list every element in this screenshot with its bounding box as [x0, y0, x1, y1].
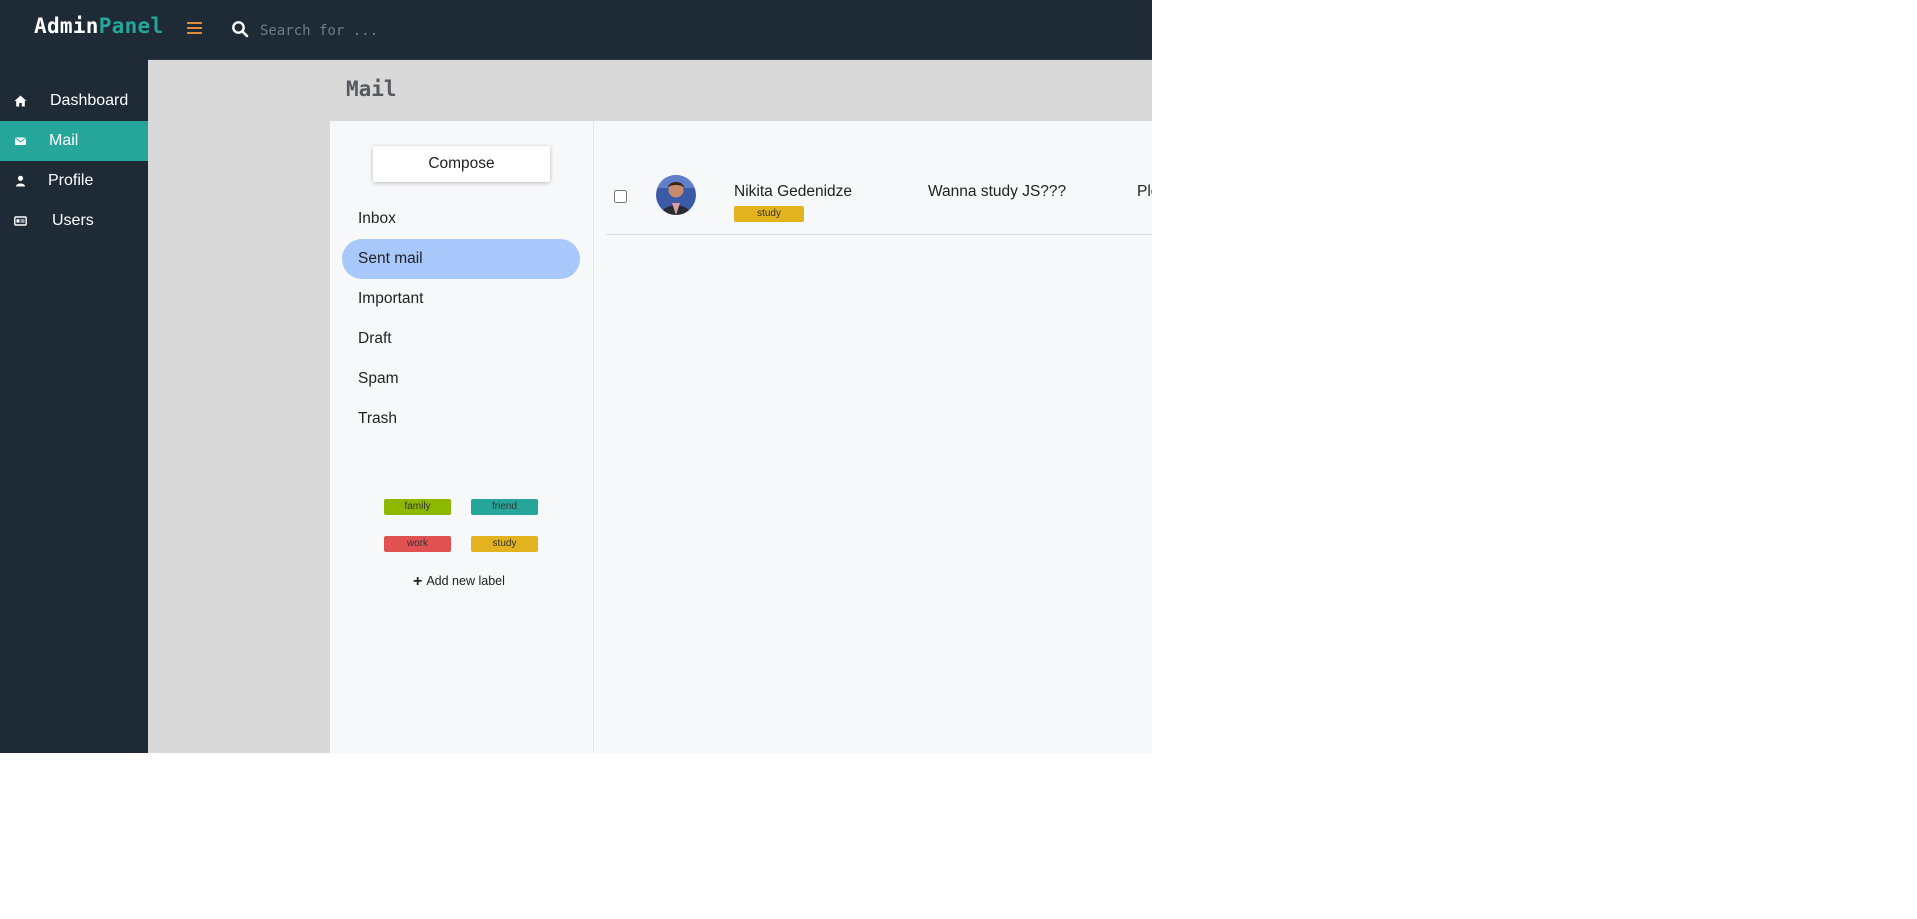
folder-label: Draft: [358, 330, 392, 347]
folder-label: Trash: [358, 410, 398, 427]
folder-draft[interactable]: Draft: [342, 319, 580, 359]
label-chip-family[interactable]: family: [384, 499, 451, 515]
folder-label: Important: [358, 290, 424, 307]
sidebar-item-dashboard[interactable]: Dashboard: [0, 81, 148, 121]
sidebar: Dashboard Mail Profile Users: [0, 59, 148, 753]
mail-list-item[interactable]: Nikita Gedenidze study Wanna study JS???…: [606, 168, 1152, 235]
sidebar-item-label: Users: [52, 212, 94, 229]
folder-important[interactable]: Important: [342, 279, 580, 319]
sidebar-item-users[interactable]: Users: [0, 201, 148, 241]
sidebar-item-label: Mail: [49, 132, 79, 149]
label-chip-study[interactable]: study: [471, 536, 538, 552]
brand-part-panel: Panel: [98, 14, 164, 38]
mail-list: Nikita Gedenidze study Wanna study JS???…: [594, 121, 1152, 753]
mail-folder-panel: Compose Inbox Sent mail Important Draft …: [330, 121, 594, 753]
add-label-text: Add new label: [426, 574, 505, 588]
menu-toggle-icon[interactable]: [186, 19, 204, 39]
app-window: AdminPanel Dashboard Mail: [0, 0, 1152, 753]
plus-icon: +: [413, 573, 423, 590]
folder-label: Inbox: [358, 210, 396, 227]
folder-sent-mail[interactable]: Sent mail: [342, 239, 580, 279]
mail-tag: study: [734, 206, 804, 222]
page-title: Mail: [346, 77, 397, 101]
envelope-icon: [15, 137, 26, 145]
add-label-button[interactable]: + Add new label: [413, 572, 505, 590]
folder-trash[interactable]: Trash: [342, 399, 580, 439]
label-chip-work[interactable]: work: [384, 536, 451, 552]
id-card-icon: [14, 216, 27, 226]
brand-part-admin: Admin: [34, 14, 99, 38]
mail-subject: Wanna study JS???: [928, 183, 1067, 200]
top-bar: AdminPanel: [0, 0, 1152, 60]
user-icon: [16, 175, 25, 187]
label-chip-friend[interactable]: friend: [471, 499, 538, 515]
home-icon: [14, 95, 27, 107]
mail-panel: Compose Inbox Sent mail Important Draft …: [330, 121, 1152, 753]
brand-logo[interactable]: AdminPanel: [34, 14, 163, 38]
mail-snippet: Ple: [1137, 183, 1152, 200]
sidebar-item-profile[interactable]: Profile: [0, 161, 148, 201]
compose-button[interactable]: Compose: [373, 146, 550, 182]
avatar: [656, 175, 696, 215]
folder-spam[interactable]: Spam: [342, 359, 580, 399]
folder-label: Spam: [358, 370, 399, 387]
sidebar-item-label: Dashboard: [50, 92, 129, 109]
sidebar-item-mail[interactable]: Mail: [0, 121, 148, 161]
search-icon[interactable]: [231, 20, 249, 38]
mail-sender: Nikita Gedenidze: [734, 183, 853, 200]
search-input[interactable]: [258, 16, 602, 46]
folder-label: Sent mail: [358, 250, 423, 267]
sidebar-item-label: Profile: [48, 172, 94, 189]
folder-inbox[interactable]: Inbox: [342, 199, 580, 239]
mail-select-checkbox[interactable]: [614, 190, 627, 203]
